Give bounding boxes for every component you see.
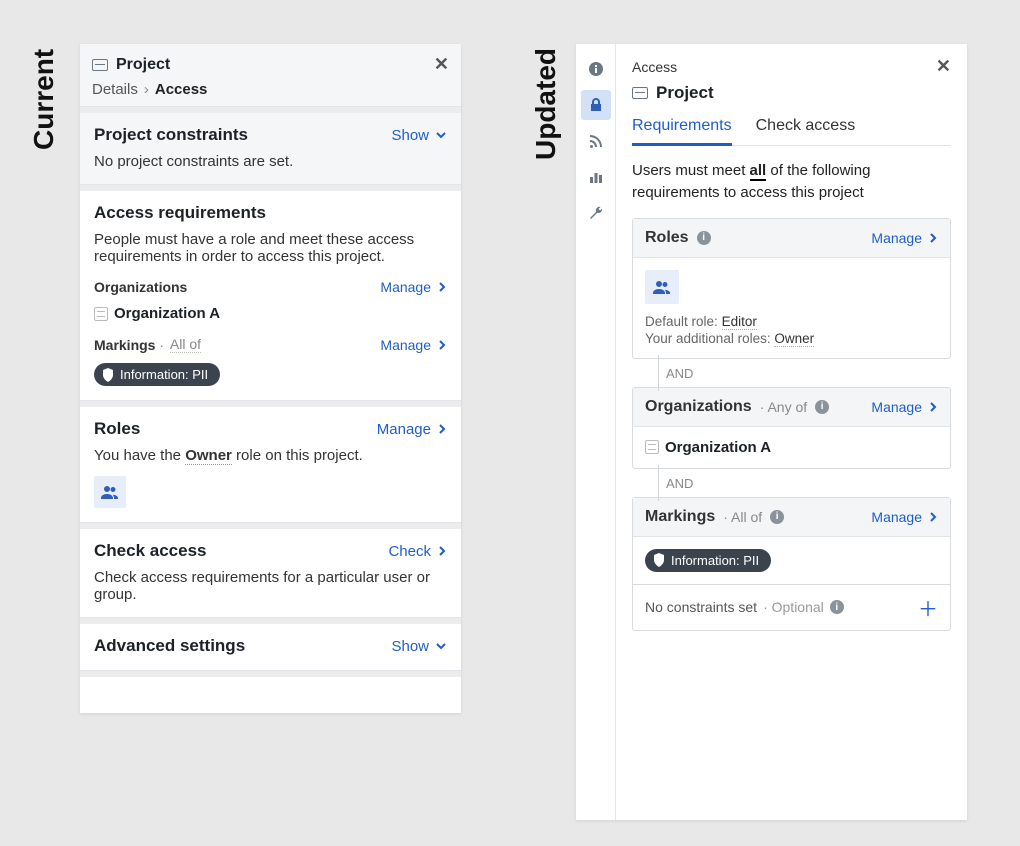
breadcrumb: Details › Access <box>92 81 449 98</box>
chevron-right-icon <box>928 232 938 244</box>
panel-updated: Access ✕ Project Requirements Check acce… <box>576 44 967 820</box>
advanced-title: Advanced settings <box>94 636 245 656</box>
project-icon <box>632 87 648 99</box>
panel-current: Project ✕ Details › Access Project const… <box>80 44 461 713</box>
chevron-right-icon <box>928 511 938 523</box>
chevron-right-icon <box>437 339 447 351</box>
and-connector: AND <box>632 359 951 387</box>
close-icon[interactable]: ✕ <box>936 56 951 77</box>
marking-pill: Information: PII <box>94 363 220 386</box>
updated-header: Access ✕ Project Requirements Check acce… <box>616 44 967 146</box>
info-icon[interactable]: i <box>830 600 844 614</box>
rail-lock-icon[interactable] <box>581 90 611 120</box>
card-roles: Roles i Manage <box>632 218 951 359</box>
constraints-text: No constraints set <box>645 599 757 615</box>
info-icon[interactable]: i <box>815 400 829 414</box>
organization-icon <box>94 307 108 321</box>
info-icon[interactable]: i <box>770 510 784 524</box>
section-advanced: Advanced settings Show <box>80 618 461 671</box>
constraints-row: No constraints set · Optional i ＋ <box>632 585 951 631</box>
tab-requirements[interactable]: Requirements <box>632 117 732 146</box>
add-constraint-button[interactable]: ＋ <box>918 593 938 622</box>
check-desc: Check access requirements for a particul… <box>94 569 447 603</box>
organization-name: Organization A <box>114 305 220 322</box>
section-check: Check access Check Check access requirem… <box>80 523 461 618</box>
markings-mode: All of <box>170 336 201 353</box>
tabs: Requirements Check access <box>632 117 951 146</box>
card-markings: Markings · All of i Manage <box>632 497 951 585</box>
rail-wrench-icon[interactable] <box>581 198 611 228</box>
chevron-right-icon <box>928 401 938 413</box>
people-icon <box>645 270 679 304</box>
rail-chart-icon[interactable] <box>581 162 611 192</box>
constraints-show-button[interactable]: Show <box>391 127 447 144</box>
roles-manage-button[interactable]: Manage <box>871 230 938 246</box>
roles-title: Roles <box>94 419 140 439</box>
organizations-manage-button[interactable]: Manage <box>380 279 447 295</box>
organization-name: Organization A <box>665 439 771 456</box>
label-current: Current <box>28 49 60 150</box>
organization-icon <box>645 440 659 454</box>
label-updated: Updated <box>530 48 562 160</box>
chevron-down-icon <box>435 640 447 652</box>
tab-check-access[interactable]: Check access <box>756 117 856 145</box>
markings-label: Markings <box>94 337 155 353</box>
section-roles: Roles Manage You have the Owner role on … <box>80 401 461 523</box>
side-rail <box>576 44 616 820</box>
constraints-title: Project constraints <box>94 125 248 145</box>
check-button[interactable]: Check <box>388 543 447 560</box>
marking-pill: Information: PII <box>645 549 771 572</box>
info-icon[interactable]: i <box>697 231 711 245</box>
updated-content: Users must meet all of the following req… <box>616 146 967 645</box>
orgs-manage-button[interactable]: Manage <box>871 399 938 415</box>
close-icon[interactable]: ✕ <box>434 54 449 75</box>
chevron-down-icon <box>435 129 447 141</box>
project-icon <box>92 59 108 71</box>
shield-icon <box>653 553 665 567</box>
updated-title: Project <box>656 83 714 103</box>
organizations-label: Organizations <box>94 279 187 295</box>
access-req-title: Access requirements <box>94 203 266 223</box>
rail-feed-icon[interactable] <box>581 126 611 156</box>
current-footer <box>80 671 461 713</box>
current-title: Project <box>116 56 170 74</box>
orgs-card-title: Organizations <box>645 398 752 416</box>
your-roles-line: Your additional roles: Owner <box>645 331 938 346</box>
chevron-right-icon <box>437 281 447 293</box>
markings-manage-button[interactable]: Manage <box>871 509 938 525</box>
shield-icon <box>102 368 114 382</box>
roles-desc: You have the Owner role on this project. <box>94 447 447 464</box>
and-connector: AND <box>632 469 951 497</box>
constraints-desc: No project constraints are set. <box>94 153 447 170</box>
markings-manage-button[interactable]: Manage <box>380 337 447 353</box>
roles-manage-button[interactable]: Manage <box>377 421 447 438</box>
card-organizations: Organizations · Any of i Manage <box>632 387 951 469</box>
current-header: Project ✕ Details › Access <box>80 44 461 107</box>
roles-card-title: Roles <box>645 229 689 247</box>
section-constraints: Project constraints Show No project cons… <box>80 107 461 185</box>
lead-text: Users must meet all of the following req… <box>632 160 951 204</box>
rail-info-icon[interactable] <box>581 54 611 84</box>
chevron-right-icon: › <box>144 81 149 98</box>
markings-card-title: Markings <box>645 508 715 526</box>
section-access-req: Access requirements People must have a r… <box>80 185 461 401</box>
chevron-right-icon <box>437 545 447 557</box>
default-role-line: Default role: Editor <box>645 314 938 329</box>
breadcrumb-details[interactable]: Details <box>92 81 138 98</box>
people-icon <box>94 476 126 508</box>
advanced-show-button[interactable]: Show <box>391 638 447 655</box>
access-req-desc: People must have a role and meet these a… <box>94 231 447 265</box>
chevron-right-icon <box>437 423 447 435</box>
check-title: Check access <box>94 541 206 561</box>
access-label: Access <box>632 59 677 75</box>
breadcrumb-access[interactable]: Access <box>155 81 208 98</box>
